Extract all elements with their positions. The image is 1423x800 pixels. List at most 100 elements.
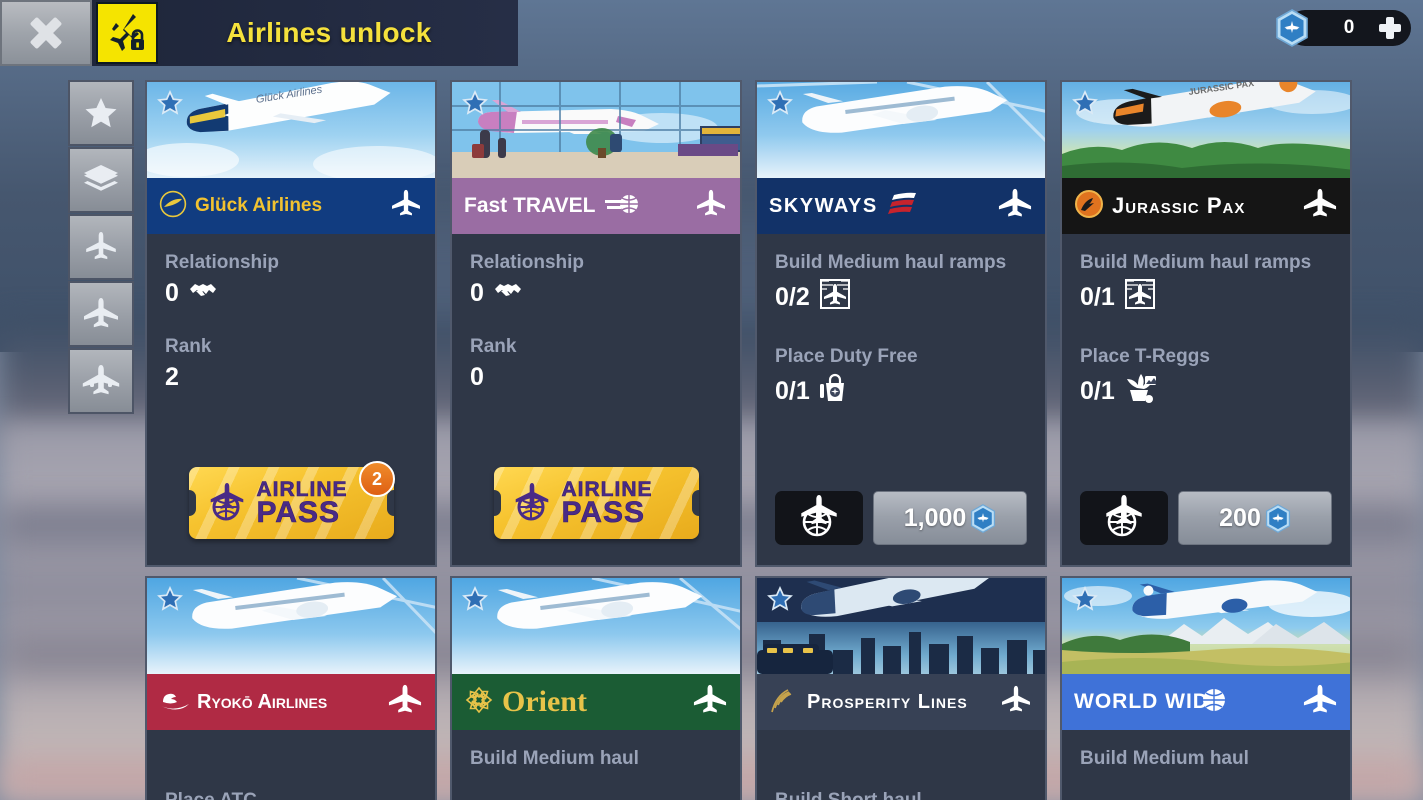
airline-card-gluck-airlines[interactable]: Glück Airlines Glück Airlines Relationsh… bbox=[145, 80, 437, 567]
star-icon bbox=[83, 95, 119, 131]
card-banner: SKYWAYS bbox=[757, 178, 1045, 234]
task-value-row: 0/1 bbox=[1080, 372, 1332, 411]
airline-card-fast-travel[interactable]: Fast TRAVEL Relationship 0 Rank 0 AIRLIN… bbox=[450, 80, 742, 567]
stat-relationship: Relationship 0 bbox=[470, 252, 722, 308]
unlock-price-button[interactable]: 1,000 bbox=[873, 491, 1027, 545]
sidebar-item-favorites[interactable] bbox=[68, 80, 134, 146]
stat-value-row: 0 bbox=[470, 363, 722, 392]
airline-gem-icon bbox=[970, 503, 996, 533]
dino-roundel-icon bbox=[1074, 189, 1104, 224]
favorite-star-icon[interactable] bbox=[157, 585, 183, 617]
plane-globe-icon bbox=[508, 480, 554, 527]
add-currency-button[interactable] bbox=[1377, 15, 1403, 41]
favorite-star-icon[interactable] bbox=[157, 89, 183, 121]
card-body: Relationship 0 Rank 0 AIRLINE PASS bbox=[452, 234, 740, 565]
unlock-price-button[interactable]: 200 bbox=[1178, 491, 1332, 545]
card-body: Build Medium haul bbox=[1062, 730, 1350, 800]
handshake-icon bbox=[493, 279, 523, 308]
dialog-header: Airlines unlock bbox=[0, 0, 518, 66]
airline-card-skyways[interactable]: SKYWAYS Build Medium haul ramps 0/2 Plac… bbox=[755, 80, 1047, 567]
small-plane-icon bbox=[83, 229, 119, 265]
handshake-icon bbox=[188, 279, 218, 308]
airline-card-jurassic-pax[interactable]: JURASSIC PAX Jurassic Pax Build Medium h… bbox=[1060, 80, 1352, 567]
card-banner: Glück Airlines bbox=[147, 178, 435, 234]
card-artwork bbox=[452, 578, 740, 674]
card-artwork bbox=[452, 82, 740, 178]
gold-wing-roundel-icon bbox=[159, 190, 187, 223]
stat-value-row: 0 bbox=[165, 279, 417, 308]
pass-count-badge: 2 bbox=[359, 461, 395, 497]
task-place-duty-free: Place Duty Free 0/1 bbox=[775, 346, 1027, 410]
sidebar-item-long-haul[interactable] bbox=[68, 348, 134, 414]
favorite-star-icon[interactable] bbox=[462, 89, 488, 121]
task-place-t-reggs: Place T-Reggs 0/1 bbox=[1080, 346, 1332, 410]
stat-value-row: 2 bbox=[165, 363, 417, 392]
card-banner: WORLD WIDE bbox=[1062, 674, 1350, 730]
airline-card-world-wide[interactable]: WORLD WIDE Build Medium haul bbox=[1060, 576, 1352, 800]
winged-globe-icon bbox=[605, 193, 639, 220]
card-artwork bbox=[1062, 578, 1350, 674]
airline-gem-icon bbox=[1275, 9, 1309, 47]
plane-globe-icon bbox=[1095, 493, 1153, 544]
medium-plane-icon bbox=[1302, 187, 1338, 226]
small-plane-icon bbox=[694, 187, 728, 226]
airline-card-prosperity-lines[interactable]: Prosperity Lines Build Short haul bbox=[755, 576, 1047, 800]
sidebar-item-medium-haul[interactable] bbox=[68, 281, 134, 347]
plant-pot-icon bbox=[1123, 372, 1157, 411]
stat-rank: Rank 0 bbox=[470, 336, 722, 392]
airline-card-grid: Glück Airlines Glück Airlines Relationsh… bbox=[145, 80, 1360, 800]
unlock-row: 1,000 bbox=[775, 487, 1027, 553]
category-sidebar bbox=[68, 80, 134, 415]
currency-amount: 0 bbox=[1343, 17, 1355, 38]
task-build-short-haul: Build Short haul bbox=[775, 790, 1027, 800]
task-build-medium-haul: Build Medium haul bbox=[470, 748, 722, 769]
stat-value-row: 0 bbox=[470, 279, 722, 308]
stat-value: 0 bbox=[470, 363, 484, 391]
task-progress: 0/1 bbox=[1080, 376, 1115, 405]
medium-plane-icon bbox=[692, 683, 728, 722]
task-value-row: 0/2 bbox=[775, 277, 1027, 318]
task-build-ramps: Build Medium haul ramps 0/1 bbox=[1080, 252, 1332, 318]
gold-wheat-icon bbox=[769, 686, 799, 719]
stat-value: 0 bbox=[165, 279, 179, 307]
close-button[interactable] bbox=[0, 0, 92, 66]
card-body: Build Medium haul bbox=[452, 730, 740, 800]
task-place-atc: Place ATC bbox=[165, 790, 417, 800]
unlock-airline-button[interactable] bbox=[775, 491, 863, 545]
card-artwork: JURASSIC PAX bbox=[1062, 82, 1350, 178]
card-banner: Prosperity Lines bbox=[757, 674, 1045, 730]
airline-pass-button[interactable]: AIRLINE PASS bbox=[470, 461, 722, 553]
unlock-price-value: 200 bbox=[1219, 503, 1261, 532]
layers-icon bbox=[82, 163, 120, 197]
card-banner: Ryokō Airlines bbox=[147, 674, 435, 730]
currency-display[interactable]: 0 bbox=[1275, 8, 1411, 48]
card-artwork bbox=[757, 578, 1045, 674]
airline-name: Jurassic Pax bbox=[1112, 193, 1246, 218]
airline-name: Ryokō Airlines bbox=[197, 690, 328, 713]
unlock-airline-button[interactable] bbox=[1080, 491, 1168, 545]
page-title: Airlines unlock bbox=[226, 17, 432, 48]
card-body: Relationship 0 Rank 2 AIRLINE PASS 2 bbox=[147, 234, 435, 565]
favorite-star-icon[interactable] bbox=[767, 585, 793, 617]
favorite-star-icon[interactable] bbox=[767, 89, 793, 121]
airline-card-orient[interactable]: Orient Build Medium haul bbox=[450, 576, 742, 800]
favorite-star-icon[interactable] bbox=[1072, 585, 1098, 617]
globe-icon bbox=[1201, 687, 1227, 718]
stat-label: Relationship bbox=[470, 252, 585, 273]
close-icon bbox=[29, 16, 63, 50]
airline-card-ryoko-airlines[interactable]: Ryokō Airlines Place ATC bbox=[145, 576, 437, 800]
unlock-row: 200 bbox=[1080, 487, 1332, 553]
favorite-star-icon[interactable] bbox=[462, 585, 488, 617]
ramp-icon bbox=[1123, 277, 1157, 318]
airline-pass-button[interactable]: AIRLINE PASS 2 bbox=[165, 461, 417, 553]
pass-line-2: PASS bbox=[561, 495, 645, 529]
favorite-star-icon[interactable] bbox=[1072, 89, 1098, 121]
card-body: Build Medium haul ramps 0/1 Place T-Regg… bbox=[1062, 234, 1350, 565]
stat-label: Rank bbox=[165, 336, 212, 357]
task-value-row: 0/1 bbox=[1080, 277, 1332, 318]
stat-value: 2 bbox=[165, 363, 179, 391]
crane-swirl-icon bbox=[159, 688, 189, 717]
sidebar-item-all-airlines[interactable] bbox=[68, 147, 134, 213]
task-label: Build Medium haul bbox=[470, 748, 639, 769]
sidebar-item-short-haul[interactable] bbox=[68, 214, 134, 280]
